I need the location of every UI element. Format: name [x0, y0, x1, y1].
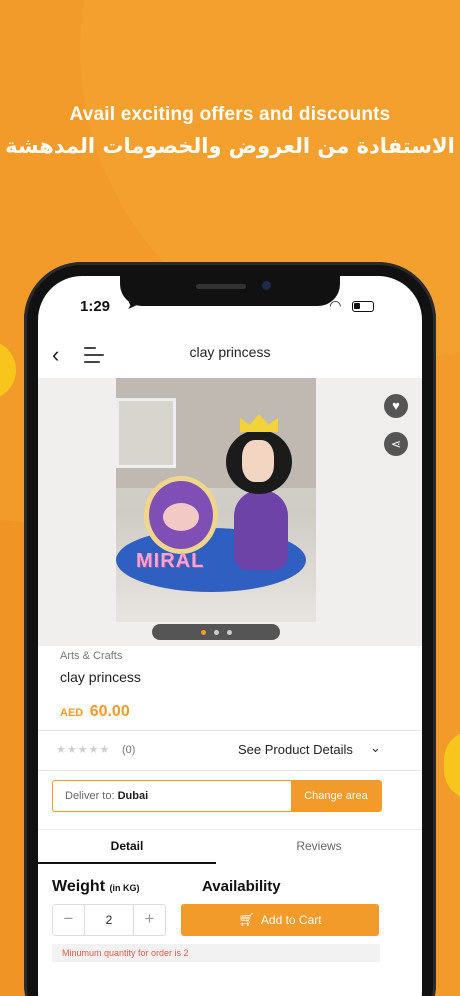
see-product-details-link[interactable]: See Product Details: [238, 742, 353, 757]
quantity-value[interactable]: 2: [85, 905, 133, 935]
decorative-dot: [444, 730, 460, 800]
top-navbar: ‹ clay princess: [38, 336, 422, 376]
quantity-stepper: − 2 +: [52, 904, 166, 936]
camera: [262, 281, 271, 290]
add-to-cart-button[interactable]: 🛒︎ Add to Cart: [181, 904, 379, 936]
product-image[interactable]: MIRAL: [116, 378, 316, 622]
photo-figure-face: [242, 440, 274, 482]
gallery-dots[interactable]: [152, 624, 280, 640]
product-info: Arts & Crafts clay princess AED 60.00: [38, 650, 422, 721]
headline-english: Avail exciting offers and discounts: [69, 104, 391, 125]
photo-name-text: MIRAL: [136, 550, 205, 572]
page-title: clay princess: [189, 344, 271, 360]
gallery-dot[interactable]: [213, 629, 219, 635]
price-amount: 60.00: [89, 703, 130, 720]
rating-stars-icon: ★★★★★: [56, 744, 111, 756]
weight-label: Weight (in KG): [52, 878, 139, 896]
divider: [38, 770, 422, 771]
rating-row: ★★★★★ (0) See Product Details ⌄: [38, 737, 422, 765]
deliver-city: Dubai: [117, 790, 149, 802]
cart-icon: 🛒︎: [238, 912, 255, 927]
product-category: Arts & Crafts: [60, 650, 123, 662]
share-icon[interactable]: ⋖: [384, 432, 408, 456]
tab-reviews[interactable]: Reviews: [216, 830, 422, 864]
deliver-to-label: Deliver to: Dubai: [65, 790, 148, 802]
status-time: 1:29: [80, 298, 111, 315]
price-currency: AED: [60, 707, 84, 719]
divider: [38, 730, 422, 731]
deliver-label-text: Deliver to:: [65, 790, 115, 802]
rating-count: (0): [122, 744, 136, 756]
weight-unit: (in KG): [109, 883, 140, 893]
phone-screen: 1:29 ➤ ◠ ‹ clay princess MIRAL ♥ ⋖ Arts …: [38, 276, 422, 996]
change-area-button[interactable]: Change area: [291, 781, 381, 811]
availability-label: Availability: [202, 878, 281, 895]
product-price: AED 60.00: [60, 703, 400, 721]
headline-arabic: الاستفادة من العروض والخصومات المدهشة: [5, 134, 455, 158]
weight-label-text: Weight: [52, 878, 106, 895]
gallery-dot[interactable]: [200, 629, 206, 635]
chevron-down-icon[interactable]: ⌄: [370, 740, 381, 756]
speaker: [196, 284, 246, 289]
photo-figure-dress: [234, 490, 288, 570]
heart-icon[interactable]: ♥: [384, 394, 408, 418]
add-to-cart-label: Add to Cart: [260, 913, 322, 927]
delivery-box: Deliver to: Dubai Change area: [52, 780, 382, 812]
detail-tabs: Detail Reviews: [38, 829, 422, 865]
photo-shelf: [116, 398, 176, 468]
decrement-button[interactable]: −: [53, 905, 85, 935]
tab-detail[interactable]: Detail: [38, 830, 216, 864]
notch: [120, 276, 340, 306]
battery-icon: [352, 301, 374, 312]
gallery-dot[interactable]: [226, 629, 232, 635]
product-name: clay princess: [60, 669, 141, 685]
phone-frame: 1:29 ➤ ◠ ‹ clay princess MIRAL ♥ ⋖ Arts …: [24, 262, 436, 996]
promo-headline: Avail exciting offers and discounts الاس…: [0, 104, 460, 158]
product-gallery[interactable]: MIRAL ♥ ⋖: [38, 378, 422, 646]
purchase-options: Weight (in KG) Availability − 2 + 🛒︎ Add …: [38, 872, 422, 996]
photo-carriage: [144, 476, 218, 554]
decorative-dot: [0, 340, 16, 400]
increment-button[interactable]: +: [133, 905, 165, 935]
min-quantity-note: Minumum quantity for order is 2: [52, 944, 380, 962]
